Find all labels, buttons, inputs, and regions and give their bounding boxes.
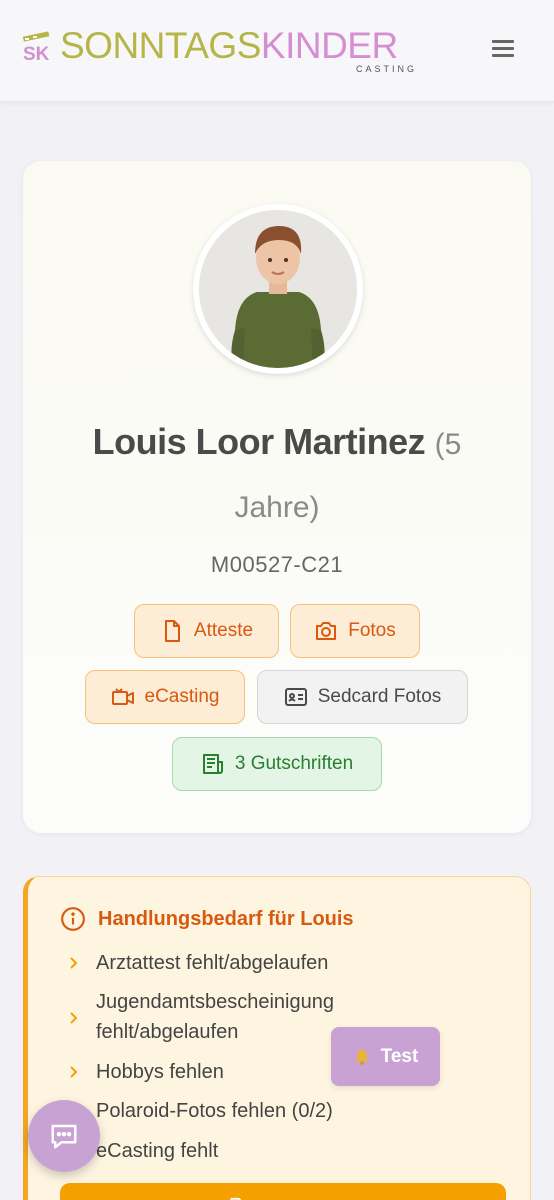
action-primary-button[interactable] (60, 1183, 506, 1200)
test-button-label: Test (380, 1045, 419, 1067)
profile-name: Louis Loor Martinez (92, 421, 426, 462)
ecasting-button[interactable]: eCasting (85, 670, 245, 724)
action-required-card: Handlungsbedarf für Louis Arztattest feh… (23, 876, 531, 1200)
document-icon (164, 620, 180, 642)
profile-age-part1: (5 (434, 428, 462, 461)
hamburger-menu-icon[interactable] (484, 32, 522, 66)
bell-icon (354, 1049, 369, 1065)
todo-item[interactable]: Jugendamtsbescheinigung fehlt/abgelaufen (68, 987, 334, 1047)
todo-item-label: Polaroid-Fotos fehlen (0/2) (96, 1100, 333, 1122)
sedcard-fotos-label: Sedcard Fotos (317, 686, 442, 707)
gutschriften-button[interactable]: 3 Gutschriften (172, 737, 382, 791)
gutschriften-label: 3 Gutschriften (234, 753, 354, 774)
chevron-right-icon (70, 1066, 78, 1078)
brand-subtitle: CASTING (356, 64, 418, 74)
info-icon (61, 907, 85, 931)
chat-icon (51, 1124, 77, 1149)
profile-name-line: Louis Loor Martinez (5 (23, 421, 531, 463)
todo-item[interactable]: Hobbys fehlen (68, 1057, 224, 1087)
brand-word-2: KINDER (260, 25, 398, 66)
video-camera-icon (111, 688, 134, 705)
todo-item-label-cont: fehlt/abgelaufen (96, 1021, 239, 1043)
fotos-label: Fotos (348, 620, 396, 641)
action-title: Handlungsbedarf für Louis (60, 904, 354, 934)
brand-wordmark: SONNTAGSKINDER (60, 26, 398, 66)
chevron-right-icon (70, 1012, 78, 1024)
atteste-label: Atteste (193, 620, 254, 641)
model-id: M00527-C21 (210, 552, 344, 577)
camera-icon (316, 622, 337, 640)
logo-mark-icon: SK (22, 31, 50, 62)
child-photo-illustration (199, 210, 357, 368)
profile-age-part2: Jahre) (234, 491, 320, 524)
atteste-button[interactable]: Atteste (134, 604, 279, 658)
chevron-right-icon (70, 957, 78, 969)
ecasting-label: eCasting (144, 686, 220, 707)
todo-item-label: Jugendamtsbescheinigung (96, 991, 334, 1013)
test-notification-button[interactable]: Test (331, 1027, 440, 1086)
todo-item-label: Hobbys fehlen (96, 1061, 224, 1083)
todo-item[interactable]: Arztattest fehlt/abgelaufen (68, 948, 328, 978)
brand-word-1: SONNTAGS (60, 25, 261, 66)
chat-button[interactable] (28, 1100, 100, 1172)
sedcard-fotos-button[interactable]: Sedcard Fotos (257, 670, 468, 724)
avatar[interactable] (193, 204, 363, 374)
avatar-photo (199, 210, 357, 368)
profile-card: Louis Loor Martinez (5 Jahre) M00527-C21… (23, 161, 531, 833)
fotos-button[interactable]: Fotos (290, 604, 420, 658)
todo-item[interactable]: Polaroid-Fotos fehlen (0/2) (68, 1096, 333, 1126)
app-header: SK SONNTAGSKINDER CASTING (0, 0, 554, 102)
id-card-icon (284, 688, 307, 706)
receipt-icon (202, 754, 223, 774)
action-title-text: Handlungsbedarf für Louis (98, 907, 354, 930)
svg-text:SK: SK (23, 44, 50, 62)
todo-item-label: Arztattest fehlt/abgelaufen (96, 952, 329, 974)
